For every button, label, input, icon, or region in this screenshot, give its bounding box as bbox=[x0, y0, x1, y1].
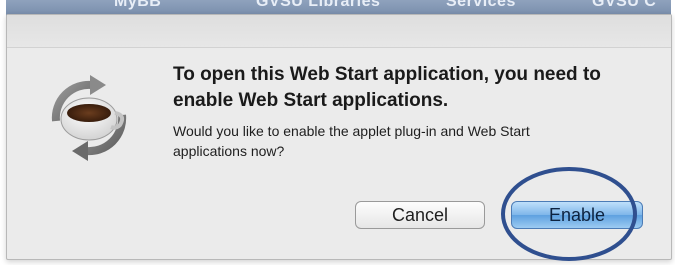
enable-button[interactable]: Enable bbox=[511, 201, 643, 229]
dialog-message: Would you like to enable the applet plug… bbox=[173, 123, 530, 159]
cancel-button[interactable]: Cancel bbox=[355, 201, 485, 229]
toolbar-item: GVSU C bbox=[592, 0, 657, 10]
java-coffee-cup-icon bbox=[34, 63, 144, 173]
java-icon-graphic bbox=[51, 75, 127, 161]
toolbar-item: GVSU Libraries bbox=[256, 0, 381, 10]
dialog-title: To open this Web Start application, you … bbox=[173, 64, 601, 111]
screenshot-frame: MyBB GVSU Libraries Services GVSU C To o… bbox=[0, 0, 675, 265]
toolbar-item: MyBB bbox=[114, 0, 162, 10]
dialog-header bbox=[7, 15, 671, 48]
toolbar-item: Services bbox=[446, 0, 516, 10]
